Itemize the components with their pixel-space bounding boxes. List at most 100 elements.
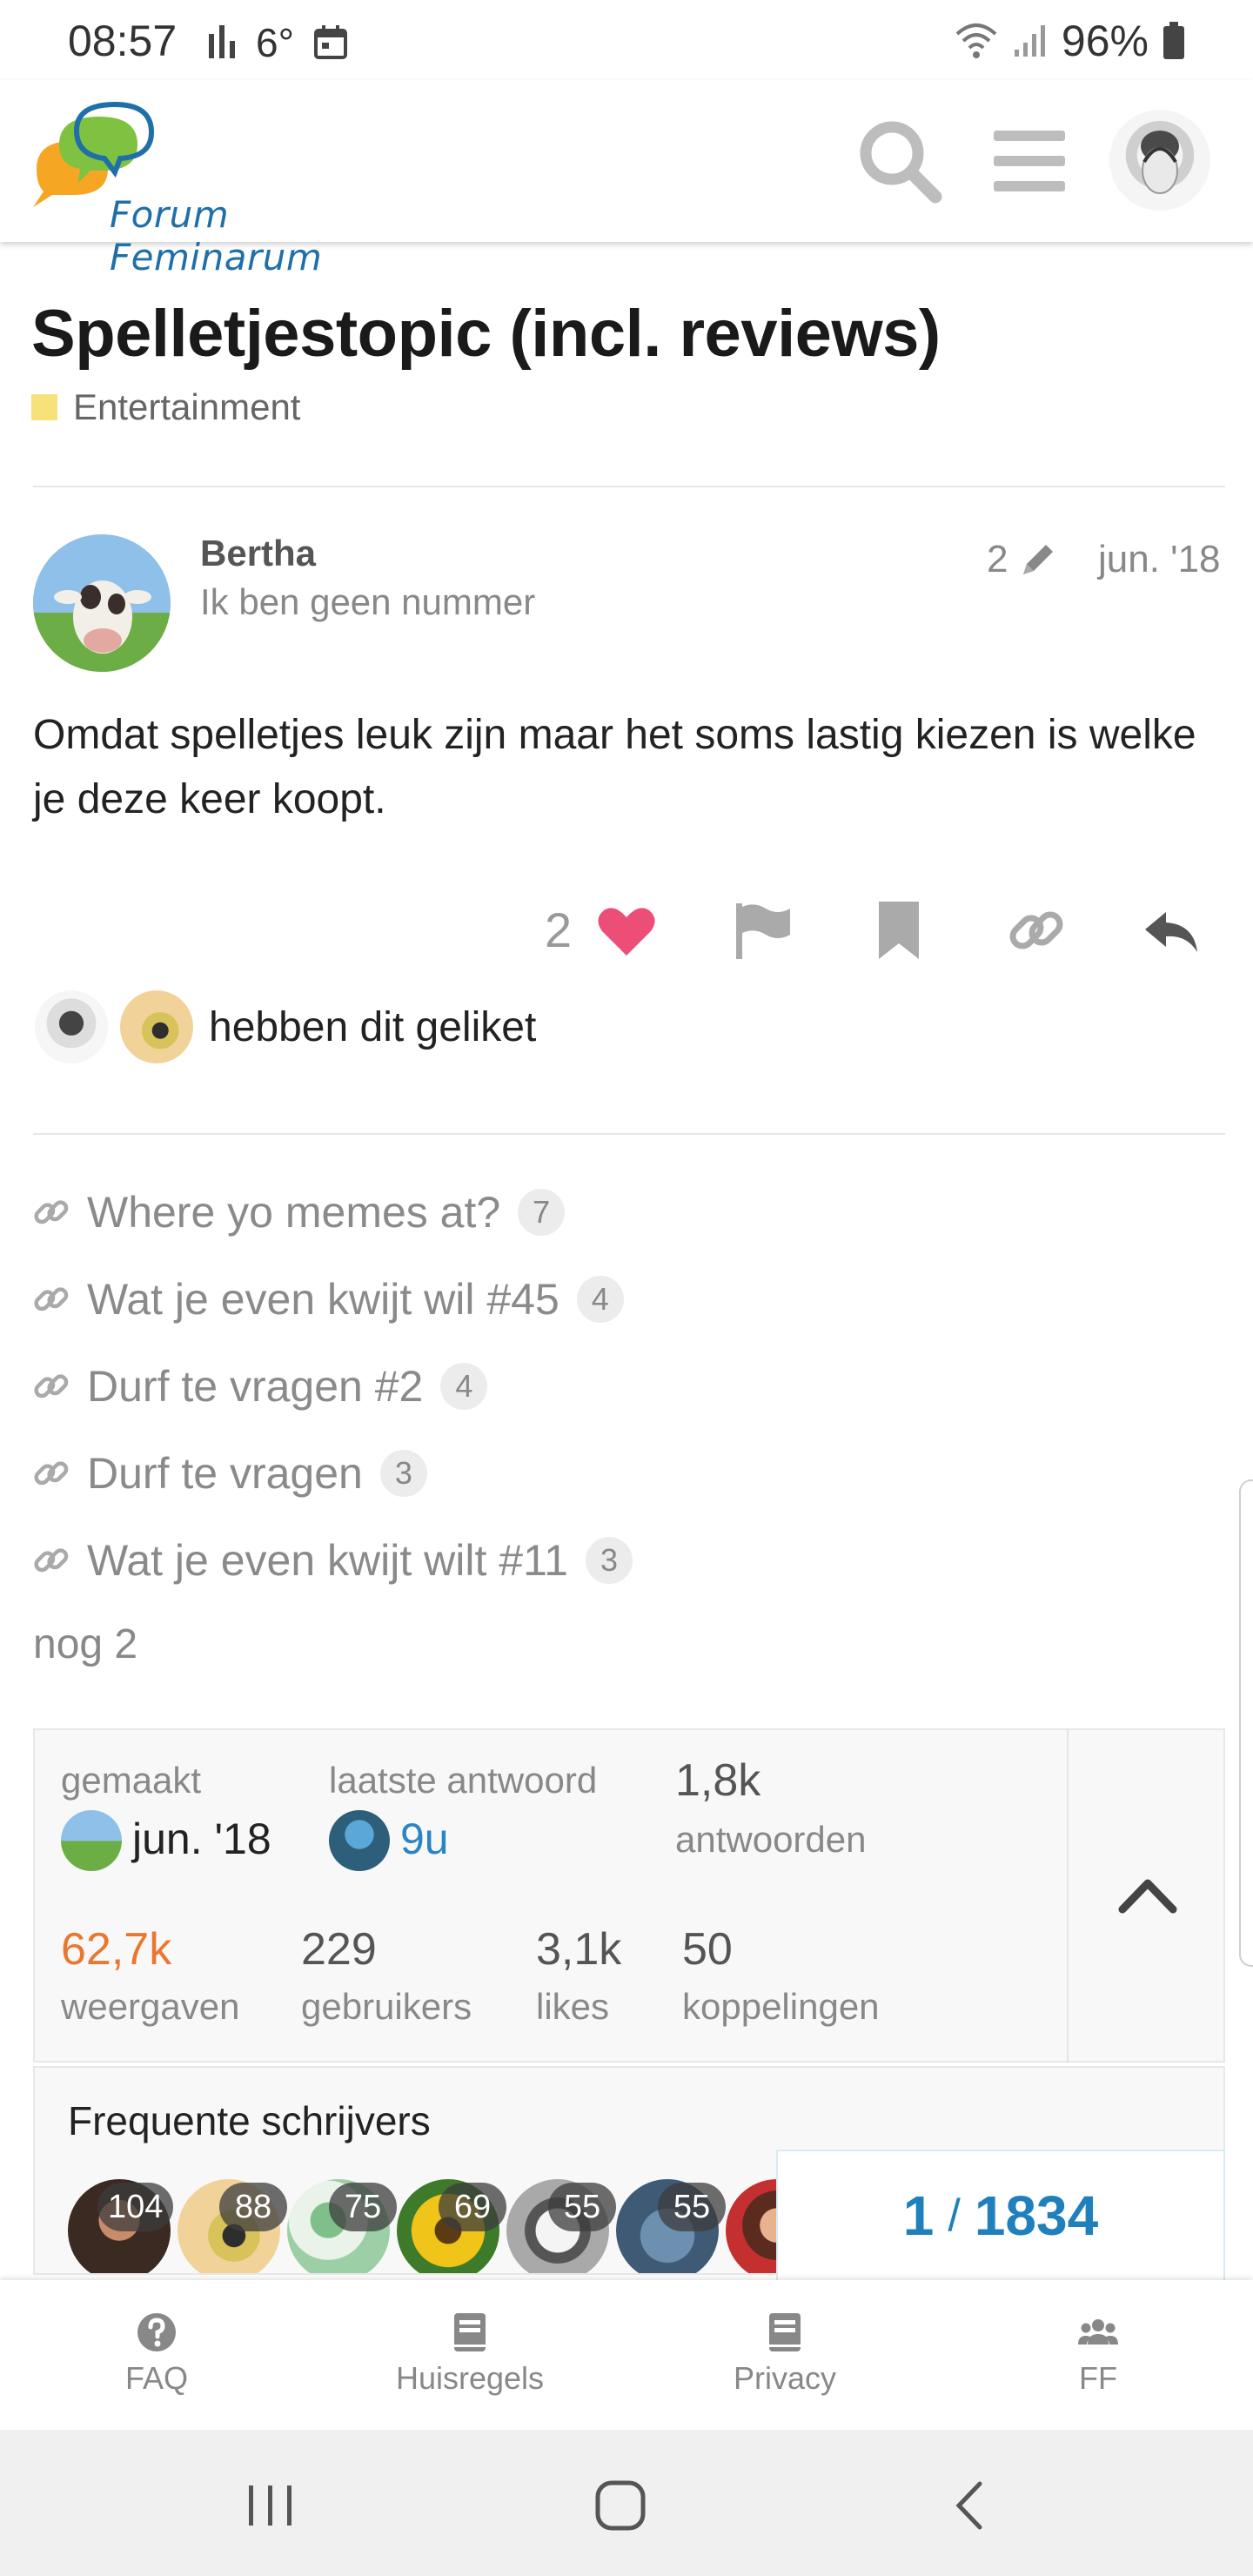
link-icon [34, 1200, 69, 1224]
links-count: 50 [682, 1924, 733, 1975]
recent-apps-button[interactable] [240, 2475, 301, 2536]
signal-bars-icon [209, 25, 235, 58]
linked-topic-title: Durf te vragen [87, 1449, 363, 1498]
link-click-count: 3 [585, 1537, 633, 1584]
views-label: weergaven [61, 1986, 240, 2027]
last-reply-avatar[interactable] [329, 1810, 390, 1871]
liker-avatar[interactable] [118, 989, 195, 1065]
likers-text: hebben dit geliket [209, 1003, 537, 1050]
creator-avatar[interactable] [61, 1810, 122, 1871]
footer-privacy[interactable]: Privacy [680, 2311, 889, 2397]
writer-post-count: 55 [658, 2183, 726, 2231]
footer-faq[interactable]: FAQ [52, 2311, 261, 2397]
book-icon [454, 2313, 486, 2351]
created-label: gemaakt [61, 1760, 202, 1801]
battery-percent: 96% [1061, 17, 1149, 65]
show-more-links[interactable]: nog 2 [33, 1620, 137, 1668]
flag-button[interactable] [733, 900, 802, 969]
link-click-count: 3 [379, 1450, 427, 1497]
reply-button[interactable] [1140, 900, 1209, 969]
replies-count: 1,8k [675, 1755, 761, 1806]
replies-label: antwoorden [675, 1819, 867, 1860]
linked-topic-title: Wat je even kwijt wil #45 [87, 1275, 559, 1324]
pencil-icon [1023, 545, 1054, 574]
category-badge[interactable]: Entertainment [31, 386, 300, 428]
cell-signal-icon [1014, 25, 1045, 57]
linked-topic[interactable]: Durf te vragen #2 4 [33, 1361, 488, 1412]
wifi-icon [955, 23, 997, 58]
topic-title: Spelletjestopic (incl. reviews) [31, 297, 941, 371]
footer-privacy-label: Privacy [733, 2360, 837, 2396]
hamburger-menu-button[interactable] [992, 124, 1067, 198]
linked-topic[interactable]: Durf te vragen 3 [33, 1448, 427, 1499]
post-user-title: Ik ben geen nummer [200, 581, 536, 622]
status-bar: 08:57 6° 96% [0, 0, 1253, 80]
frequent-writers-title: Frequente schrijvers [68, 2098, 431, 2143]
home-icon [595, 2480, 646, 2531]
views-count: 62,7k [61, 1924, 172, 1975]
status-right-icons: 96% [954, 16, 1185, 66]
edit-count: 2 [987, 538, 1008, 580]
created-date: jun. '18 [132, 1815, 271, 1863]
flag-icon [736, 903, 790, 959]
users-icon [1078, 2319, 1118, 2345]
bookmark-button[interactable] [875, 900, 945, 969]
users-label: gebruikers [301, 1986, 472, 2027]
post-date[interactable]: jun. '18 [1098, 538, 1221, 581]
linked-topic[interactable]: Where yo memes at? 7 [33, 1187, 566, 1238]
back-button[interactable] [941, 2475, 1002, 2536]
battery-icon [1163, 22, 1184, 59]
site-header: Forum Feminarum [0, 80, 1253, 278]
calendar-icon [313, 25, 347, 59]
post-edit-history[interactable]: 2 [987, 538, 1058, 581]
current-user-avatar[interactable] [1109, 110, 1210, 211]
avatar-illustration [1141, 131, 1179, 194]
share-link-button[interactable] [1006, 900, 1075, 969]
post-username[interactable]: Bertha [200, 533, 316, 574]
post-author-avatar[interactable] [33, 534, 171, 672]
chevron-up-icon [1118, 1879, 1177, 1914]
writer-post-count: 88 [219, 2183, 287, 2231]
topic-progress-indicator[interactable]: 1 / 1834 [776, 2150, 1225, 2282]
linked-topic-title: Wat je even kwijt wilt #11 [87, 1536, 568, 1585]
bookmark-icon [879, 902, 919, 959]
back-chevron-icon [955, 2481, 982, 2530]
last-reply-time[interactable]: 9u [400, 1814, 449, 1864]
link-icon [34, 1374, 69, 1399]
book-icon [769, 2313, 801, 2351]
site-logo[interactable]: Forum Feminarum [30, 99, 439, 278]
linked-topic[interactable]: Wat je even kwijt wilt #11 3 [33, 1535, 633, 1586]
footer-nav: FAQ Huisregels Privacy FF [0, 2280, 1253, 2430]
question-circle-icon [137, 2313, 176, 2351]
home-button[interactable] [590, 2475, 651, 2536]
title-divider [33, 486, 1225, 487]
reply-arrow-icon [1145, 912, 1197, 952]
android-navigation-bar [0, 2430, 1253, 2576]
link-icon [34, 1287, 69, 1311]
link-icon [1009, 911, 1063, 949]
liker-avatar[interactable] [33, 989, 110, 1065]
writer-post-count: 55 [548, 2183, 616, 2231]
category-color-swatch [31, 394, 57, 420]
last-reply-label: laatste antwoord [329, 1760, 598, 1801]
likers-row: hebben dit geliket [33, 989, 536, 1065]
linked-topic[interactable]: Wat je even kwijt wil #45 4 [33, 1274, 624, 1325]
writer-post-count: 75 [329, 2183, 397, 2231]
footer-huisregels-label: Huisregels [395, 2360, 545, 2396]
like-button[interactable] [595, 900, 665, 969]
link-click-count: 7 [518, 1189, 566, 1236]
logo-text: Forum Feminarum [110, 193, 323, 278]
post-divider [33, 1133, 1225, 1135]
progress-separator: / [948, 2190, 961, 2241]
like-count[interactable]: 2 [545, 902, 572, 958]
search-icon [860, 121, 942, 204]
link-click-count: 4 [440, 1363, 488, 1410]
scrollbar-handle[interactable] [1239, 1479, 1253, 1967]
footer-huisregels[interactable]: Huisregels [365, 2311, 574, 2397]
topic-map-toggle[interactable] [1067, 1728, 1225, 2063]
topic-map: gemaakt jun. '18 laatste antwoord 9u 1,8… [33, 1728, 1225, 2063]
post-body: Omdat spelletjes leuk zijn maar het soms… [33, 712, 1196, 822]
writer-post-count: 104 [97, 2183, 174, 2231]
search-button[interactable] [857, 118, 944, 205]
footer-ff[interactable]: FF [994, 2311, 1203, 2397]
